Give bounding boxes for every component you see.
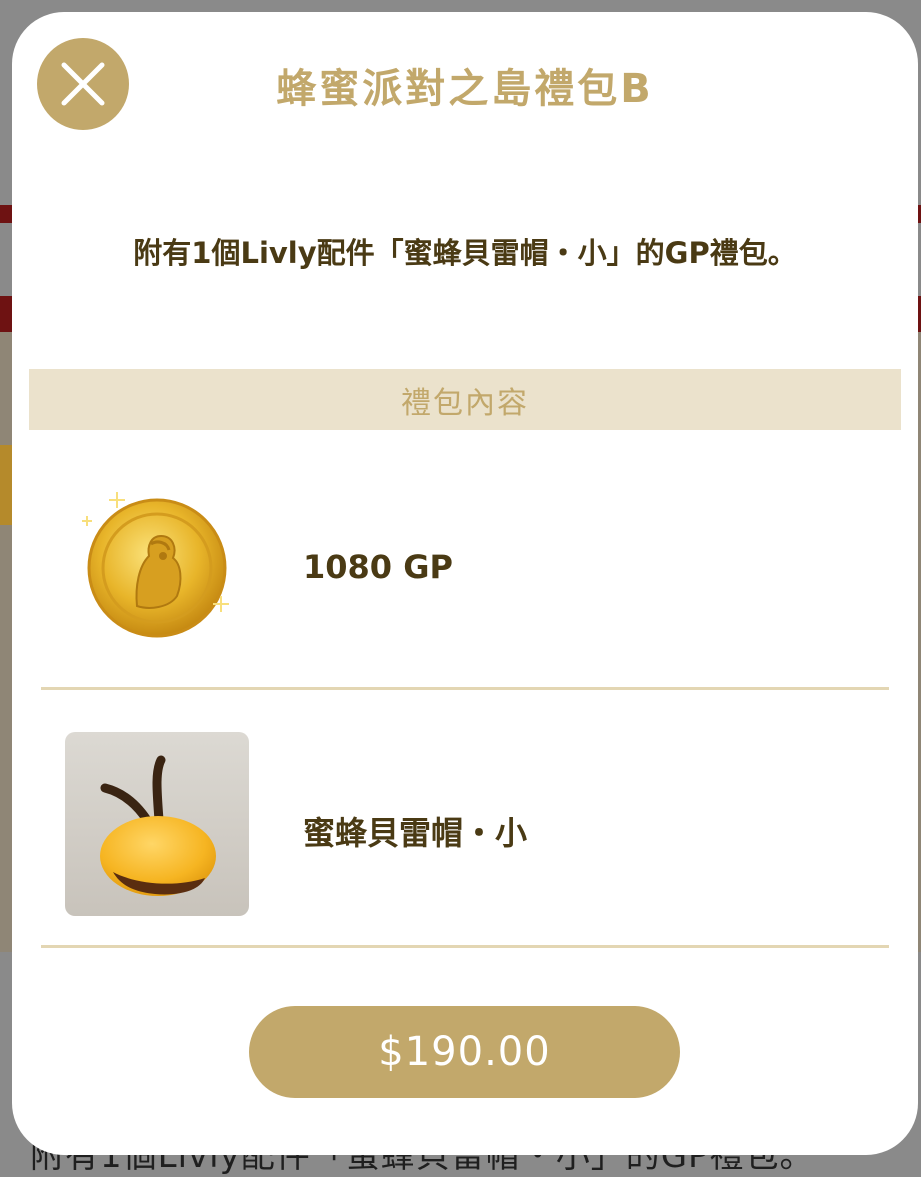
section-header-contents: 禮包內容	[29, 369, 901, 430]
list-item: 1080 GP	[41, 462, 889, 690]
gold-coin-icon	[77, 486, 237, 646]
background-accent	[0, 445, 12, 525]
purchase-button[interactable]: $190.00	[249, 1006, 680, 1098]
modal-title: 蜂蜜派對之島禮包B	[276, 66, 654, 112]
item-label: 1080 GP	[303, 548, 453, 586]
bee-beret-icon	[65, 732, 249, 916]
bundle-description: 附有1個Livly配件「蜜蜂貝雷帽・小」的GP禮包。	[133, 236, 797, 270]
bundle-modal: 蜂蜜派對之島禮包B 附有1個Livly配件「蜜蜂貝雷帽・小」的GP禮包。 禮包內…	[12, 12, 918, 1155]
list-item: 蜜蜂貝雷帽・小	[41, 702, 889, 948]
item-label: 蜜蜂貝雷帽・小	[303, 814, 528, 852]
